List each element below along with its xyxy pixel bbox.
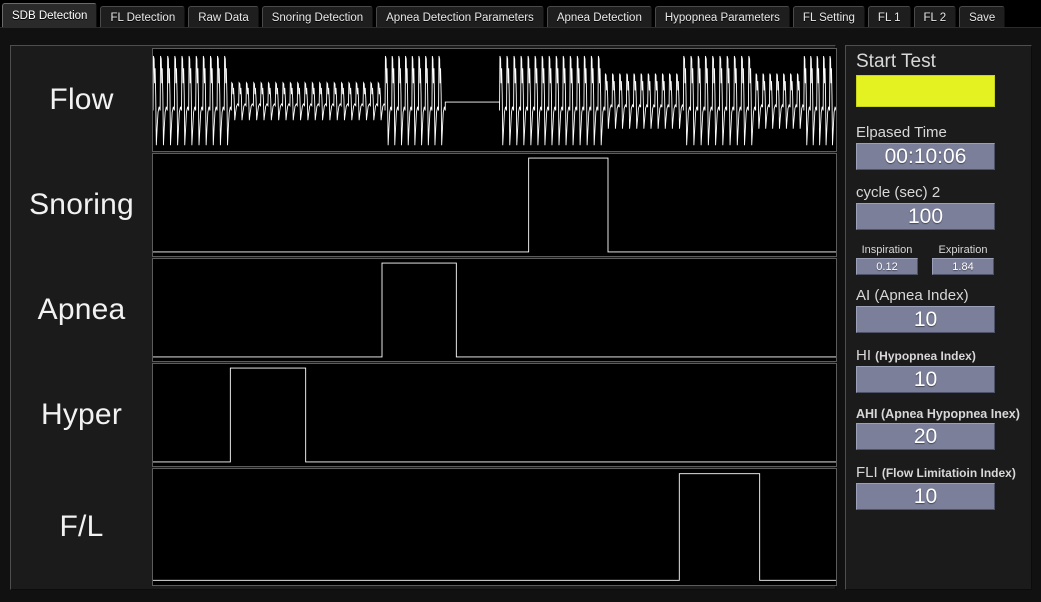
channel-label-2: Apnea (37, 293, 126, 326)
tab-fl-setting[interactable]: FL Setting (792, 6, 865, 28)
control-sidebar: Start Test Elpased Time 00:10:06 cycle (… (845, 45, 1032, 590)
tab-fl-2[interactable]: FL 2 (913, 6, 957, 28)
fli-label-paren: (Flow Limitatioin Index) (881, 466, 1016, 480)
channel-apnea: Apnea (11, 258, 837, 362)
signal-graph-panel: Flow Snoring Apnea Hyper F/L (10, 45, 837, 590)
tab-sdb-detection[interactable]: SDB Detection (2, 3, 98, 28)
start-test-label: Start Test (856, 51, 936, 72)
fli-label: FLI (Flow Limitatioin Index) (856, 464, 1021, 481)
inspiration-value: 0.12 (856, 258, 918, 275)
expiration-group: Expiration 1.84 (932, 244, 994, 275)
tab-apnea-detection[interactable]: Apnea Detection (546, 6, 652, 28)
inspiration-group: Inspiration 0.12 (856, 244, 918, 275)
inspiration-label: Inspiration (861, 244, 913, 256)
plot-snoring[interactable] (152, 153, 837, 257)
hypopnea-index-label: HI (Hypopnea Index) (856, 347, 1021, 364)
apnea-index-label: AI (Apnea Index) (856, 287, 969, 304)
fli-label-prefix: FLI (856, 464, 882, 481)
application-window: SDB Detection FL Detection Raw Data Snoring… (0, 0, 1041, 602)
channel-label-0: Flow (49, 83, 114, 116)
channel-label-3: Hyper (40, 398, 123, 431)
hypopnea-index-value: 10 (856, 366, 995, 393)
channel-flow: Flow (11, 48, 837, 152)
hypopnea-index-label-paren: (Hypopnea Index) (875, 349, 976, 363)
start-test-button[interactable] (856, 75, 995, 107)
tab-raw-data[interactable]: Raw Data (188, 6, 259, 28)
cycle-value[interactable]: 100 (856, 203, 995, 230)
channel-label-4: F/L (59, 510, 104, 543)
elapsed-time-value: 00:10:06 (856, 143, 995, 170)
tab-apnea-detection-parameters[interactable]: Apnea Detection Parameters (376, 6, 544, 28)
ahi-label: AHI (Apnea Hypopnea Inex) (856, 407, 1020, 421)
tab-fl-1[interactable]: FL 1 (867, 6, 911, 28)
channel-f-l: F/L (11, 468, 837, 586)
content-area: Flow Snoring Apnea Hyper F/L Start Test Elpa… (0, 28, 1041, 602)
hypopnea-index-label-prefix: HI (856, 347, 876, 364)
expiration-label: Expiration (938, 244, 988, 256)
tab-save[interactable]: Save (959, 6, 1006, 28)
channel-hyper: Hyper (11, 363, 837, 467)
elapsed-time-label: Elpased Time (856, 124, 947, 141)
channel-label-1: Snoring (29, 188, 134, 221)
tab-fl-detection[interactable]: FL Detection (100, 6, 186, 28)
apnea-index-value: 10 (856, 306, 995, 333)
plot-apnea[interactable] (152, 258, 837, 362)
breath-timing-row: Inspiration 0.12 Expiration 1.84 (856, 244, 1021, 275)
tab-hypopnea-parameters[interactable]: Hypopnea Parameters (654, 6, 790, 28)
plot-f-l[interactable] (152, 468, 837, 586)
fli-value: 10 (856, 483, 995, 510)
plot-flow[interactable] (152, 48, 837, 152)
plot-hyper[interactable] (152, 363, 837, 467)
ahi-value: 20 (856, 423, 995, 450)
channel-snoring: Snoring (11, 153, 837, 257)
tab-bar: SDB Detection FL Detection Raw Data Snoring… (0, 0, 1041, 28)
expiration-value: 1.84 (932, 258, 994, 275)
tab-snoring-detection[interactable]: Snoring Detection (261, 6, 374, 28)
cycle-label: cycle (sec) 2 (856, 184, 941, 201)
